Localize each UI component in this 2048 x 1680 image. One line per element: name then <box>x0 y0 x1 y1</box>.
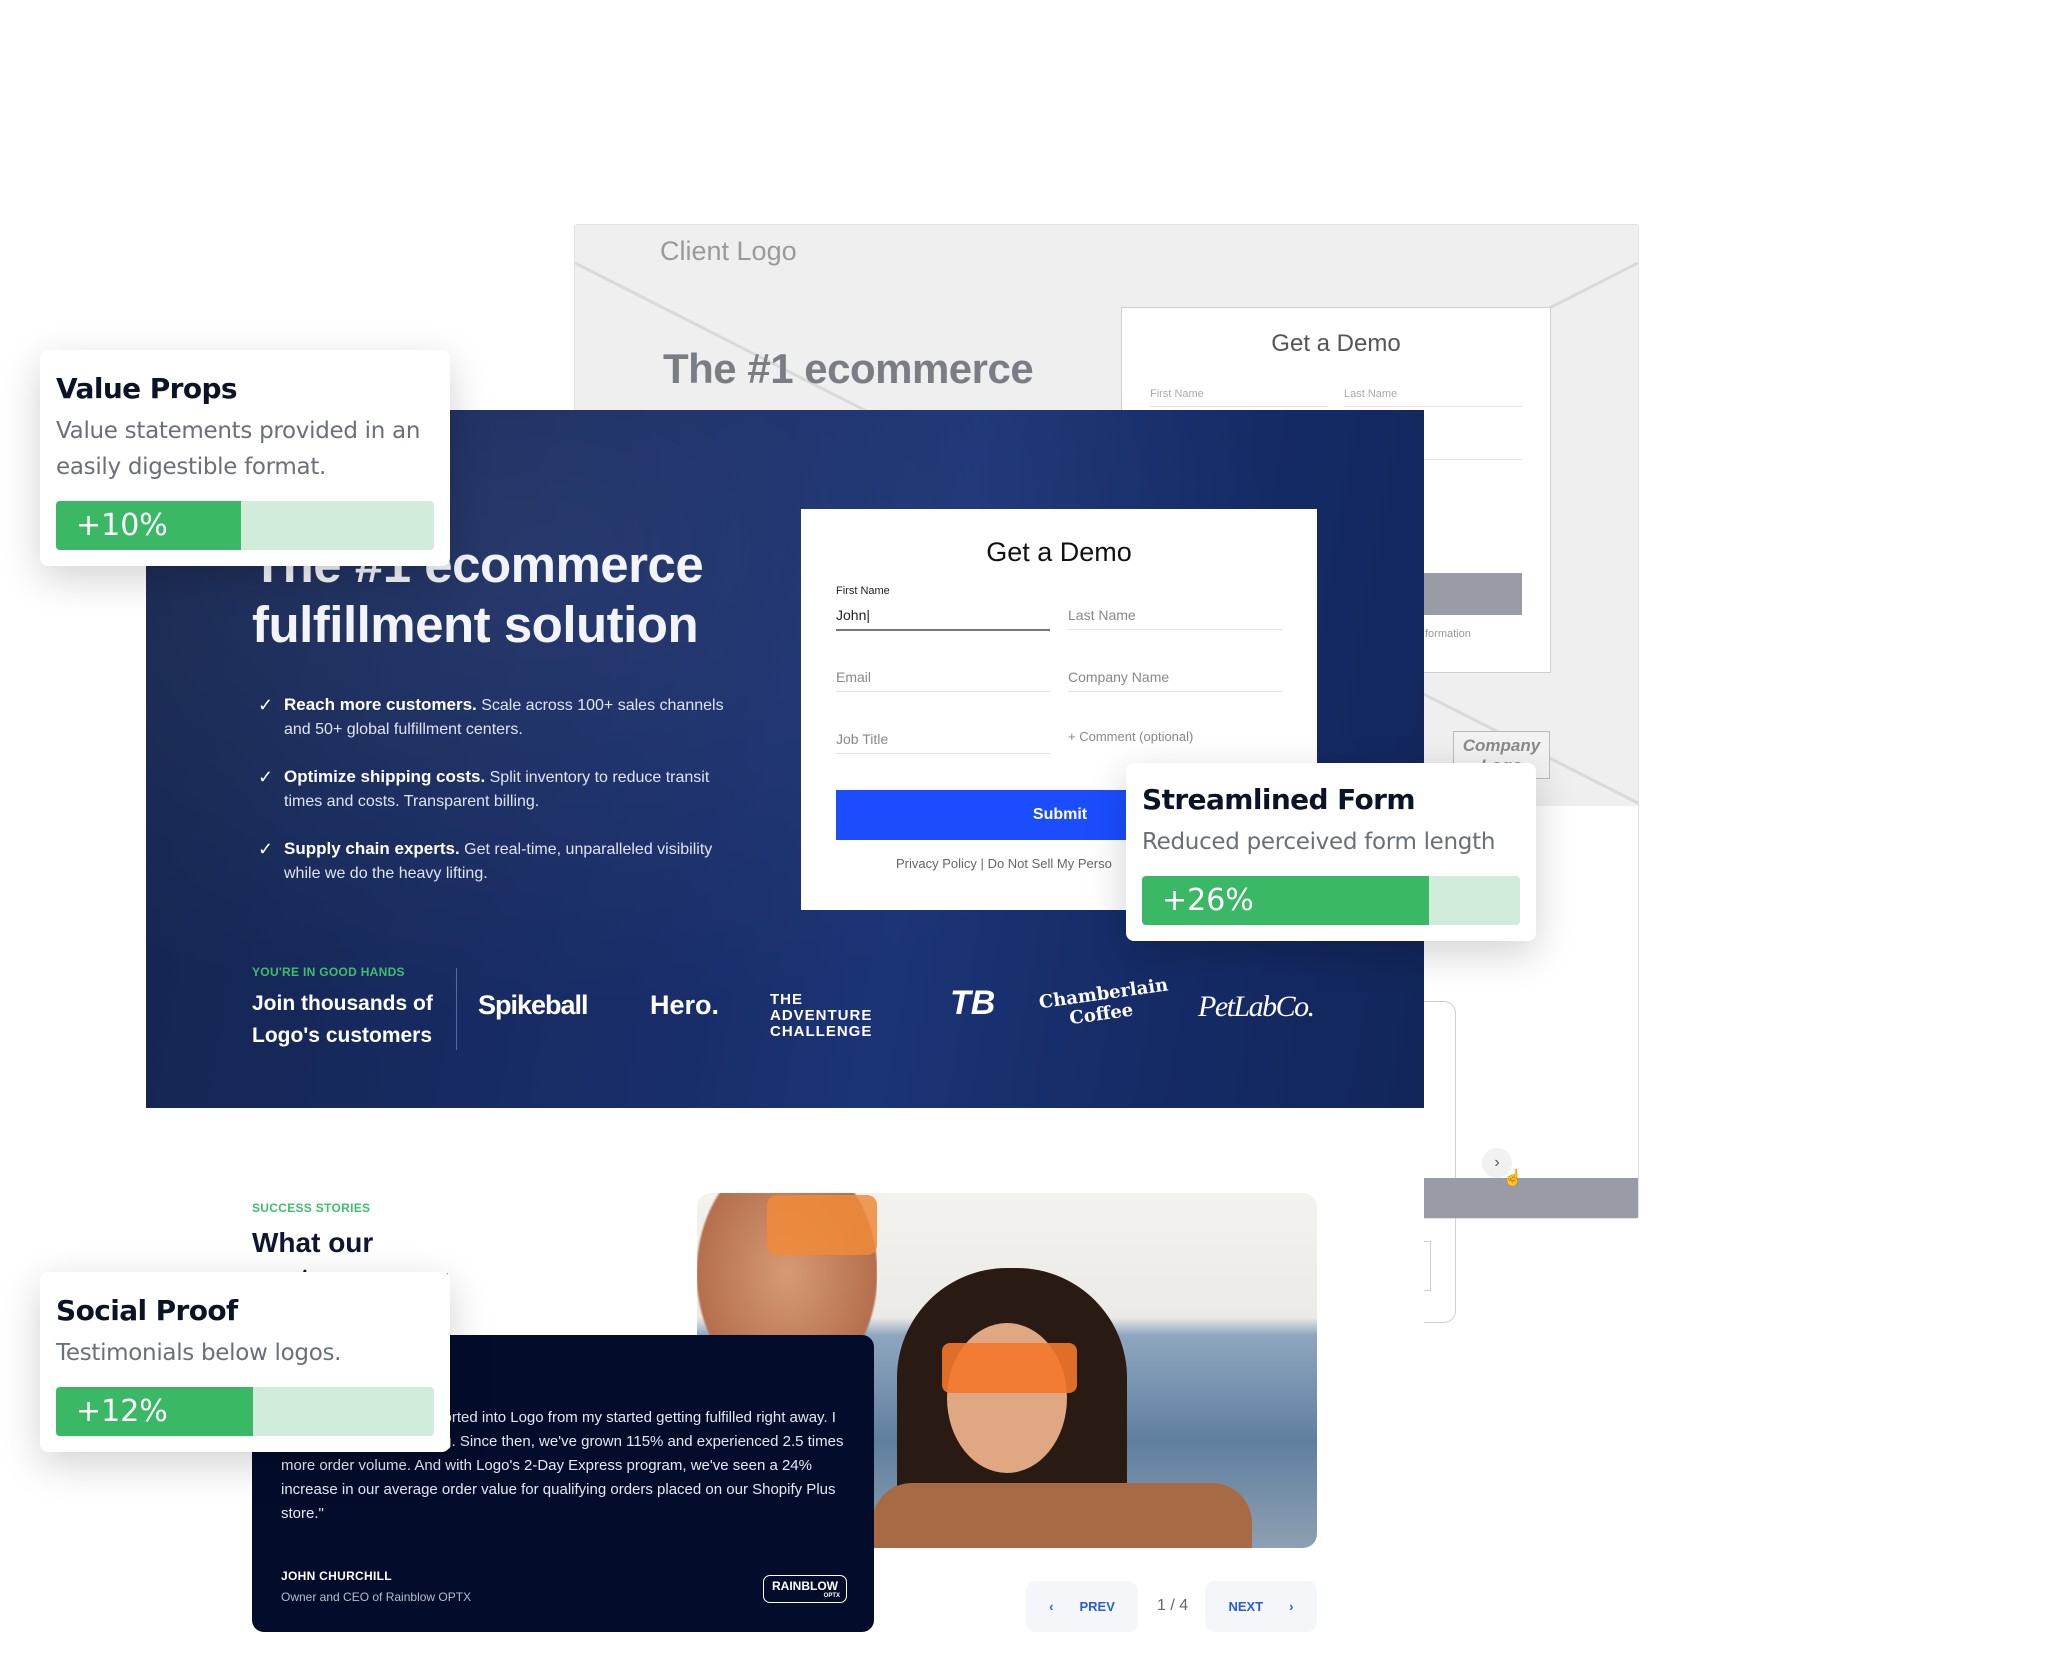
lift-progress-bar: +26% <box>1142 876 1520 925</box>
logo-adventure-challenge: THE ADVENTURE CHALLENGE <box>770 991 873 1040</box>
next-label: NEXT <box>1228 1599 1264 1614</box>
wireframe-first-name-label: First Name <box>1150 388 1204 400</box>
rainblow-logo-sub: OPTX <box>823 1593 840 1599</box>
photo-woman-sunglasses <box>942 1343 1077 1393</box>
next-button[interactable]: NEXT › <box>1205 1581 1317 1632</box>
legal-links: Privacy Policy | Do Not Sell My Perso <box>896 856 1112 871</box>
hand-cursor-icon: ☝ <box>1503 1170 1523 1187</box>
wireframe-legal-fragment: formation <box>1425 628 1471 640</box>
rainblow-logo: RAINBLOW OPTX <box>763 1575 847 1603</box>
logo-divider <box>456 968 457 1050</box>
wireframe-field-line <box>1150 406 1328 407</box>
value-prop-title: Supply chain experts. <box>284 839 460 858</box>
wireframe-headline: The #1 ecommerce <box>663 345 1034 392</box>
photo-sweater <box>872 1483 1252 1548</box>
job-title-underline <box>836 753 1050 754</box>
hero-headline-line2: fulfillment solution <box>252 596 699 653</box>
form-title: Get a Demo <box>986 537 1132 567</box>
value-prop-item: ✓ Reach more customers. Scale across 100… <box>258 693 748 742</box>
annotation-description: Testimonials below logos. <box>56 1340 342 1366</box>
lift-progress-bar: +10% <box>56 501 434 550</box>
value-prop-title: Optimize shipping costs. <box>284 767 486 786</box>
wireframe-client-logo: Client Logo <box>660 236 797 266</box>
wireframe-footer-bar <box>1424 1178 1638 1218</box>
join-line2: Logo's customers <box>252 1024 433 1047</box>
annotation-title: Value Props <box>56 372 238 405</box>
lift-percentage: +12% <box>76 1394 168 1429</box>
last-name-input[interactable]: Last Name <box>1068 607 1136 623</box>
job-title-input[interactable]: Job Title <box>836 731 888 747</box>
prev-button[interactable]: ‹ PREV <box>1026 1581 1138 1632</box>
logo-tb: TB <box>950 984 996 1022</box>
photo-sunglasses <box>767 1195 877 1255</box>
value-prop-item: ✓ Supply chain experts. Get real-time, u… <box>258 837 748 886</box>
do-not-sell-link[interactable]: Do Not Sell My Perso <box>988 856 1112 871</box>
wireframe-submit-button <box>1424 573 1522 615</box>
first-name-label: First Name <box>836 585 890 597</box>
annotation-description: Value statements provided in an easily d… <box>56 418 421 480</box>
chevron-right-icon: › <box>1289 1599 1294 1614</box>
checkmark-icon: ✓ <box>258 839 274 859</box>
prev-label: PREV <box>1079 1599 1115 1614</box>
pager-indicator: 1 / 4 <box>1157 1597 1189 1614</box>
annotation-title: Social Proof <box>56 1294 238 1327</box>
email-underline <box>836 691 1050 692</box>
annotation-card-streamlined-form: Streamlined Form Reduced perceived form … <box>1126 763 1536 941</box>
company-name-input[interactable]: Company Name <box>1068 669 1169 685</box>
first-name-input[interactable]: John| <box>836 607 870 623</box>
author-name: JOHN CHURCHILL <box>281 1569 392 1583</box>
lift-percentage: +26% <box>1162 883 1254 918</box>
logo-hero: Hero. <box>650 990 720 1020</box>
last-name-underline <box>1068 629 1282 630</box>
annotation-card-social-proof: Social Proof Testimonials below logos. +… <box>40 1272 450 1452</box>
good-hands-eyebrow: YOU'RE IN GOOD HANDS <box>252 965 405 979</box>
comment-toggle[interactable]: + Comment (optional) <box>1068 729 1193 744</box>
annotation-description: Reduced perceived form length <box>1142 829 1496 855</box>
wireframe-field-line <box>1344 406 1522 407</box>
logo-spikeball: Spikeball <box>478 990 589 1020</box>
logo-petlabco: PetLabCo. <box>1198 990 1315 1023</box>
lift-percentage: +10% <box>76 508 168 543</box>
privacy-policy-link[interactable]: Privacy Policy <box>896 856 977 871</box>
chevron-left-icon: ‹ <box>1049 1599 1054 1614</box>
annotation-title: Streamlined Form <box>1142 783 1416 816</box>
annotation-card-value-props: Value Props Value statements provided in… <box>40 350 450 566</box>
checkmark-icon: ✓ <box>258 767 274 787</box>
first-name-underline <box>836 629 1050 631</box>
wireframe-last-name-label: Last Name <box>1344 388 1398 400</box>
value-prop-item: ✓ Optimize shipping costs. Split invento… <box>258 765 748 814</box>
email-input[interactable]: Email <box>836 669 871 685</box>
value-prop-title: Reach more customers. <box>284 695 477 714</box>
join-customers-text: Join thousands of Logo's customers <box>252 988 433 1052</box>
rainblow-logo-text: RAINBLOW <box>772 1579 838 1593</box>
author-role: Owner and CEO of Rainblow OPTX <box>281 1590 472 1604</box>
success-stories-eyebrow: SUCCESS STORIES <box>252 1201 371 1215</box>
lift-progress-bar: +12% <box>56 1387 434 1436</box>
legal-separator: | <box>980 856 984 871</box>
checkmark-icon: ✓ <box>258 695 274 715</box>
join-line1: Join thousands of <box>252 992 433 1015</box>
company-underline <box>1068 691 1282 692</box>
wireframe-form-title: Get a Demo <box>1271 330 1401 357</box>
